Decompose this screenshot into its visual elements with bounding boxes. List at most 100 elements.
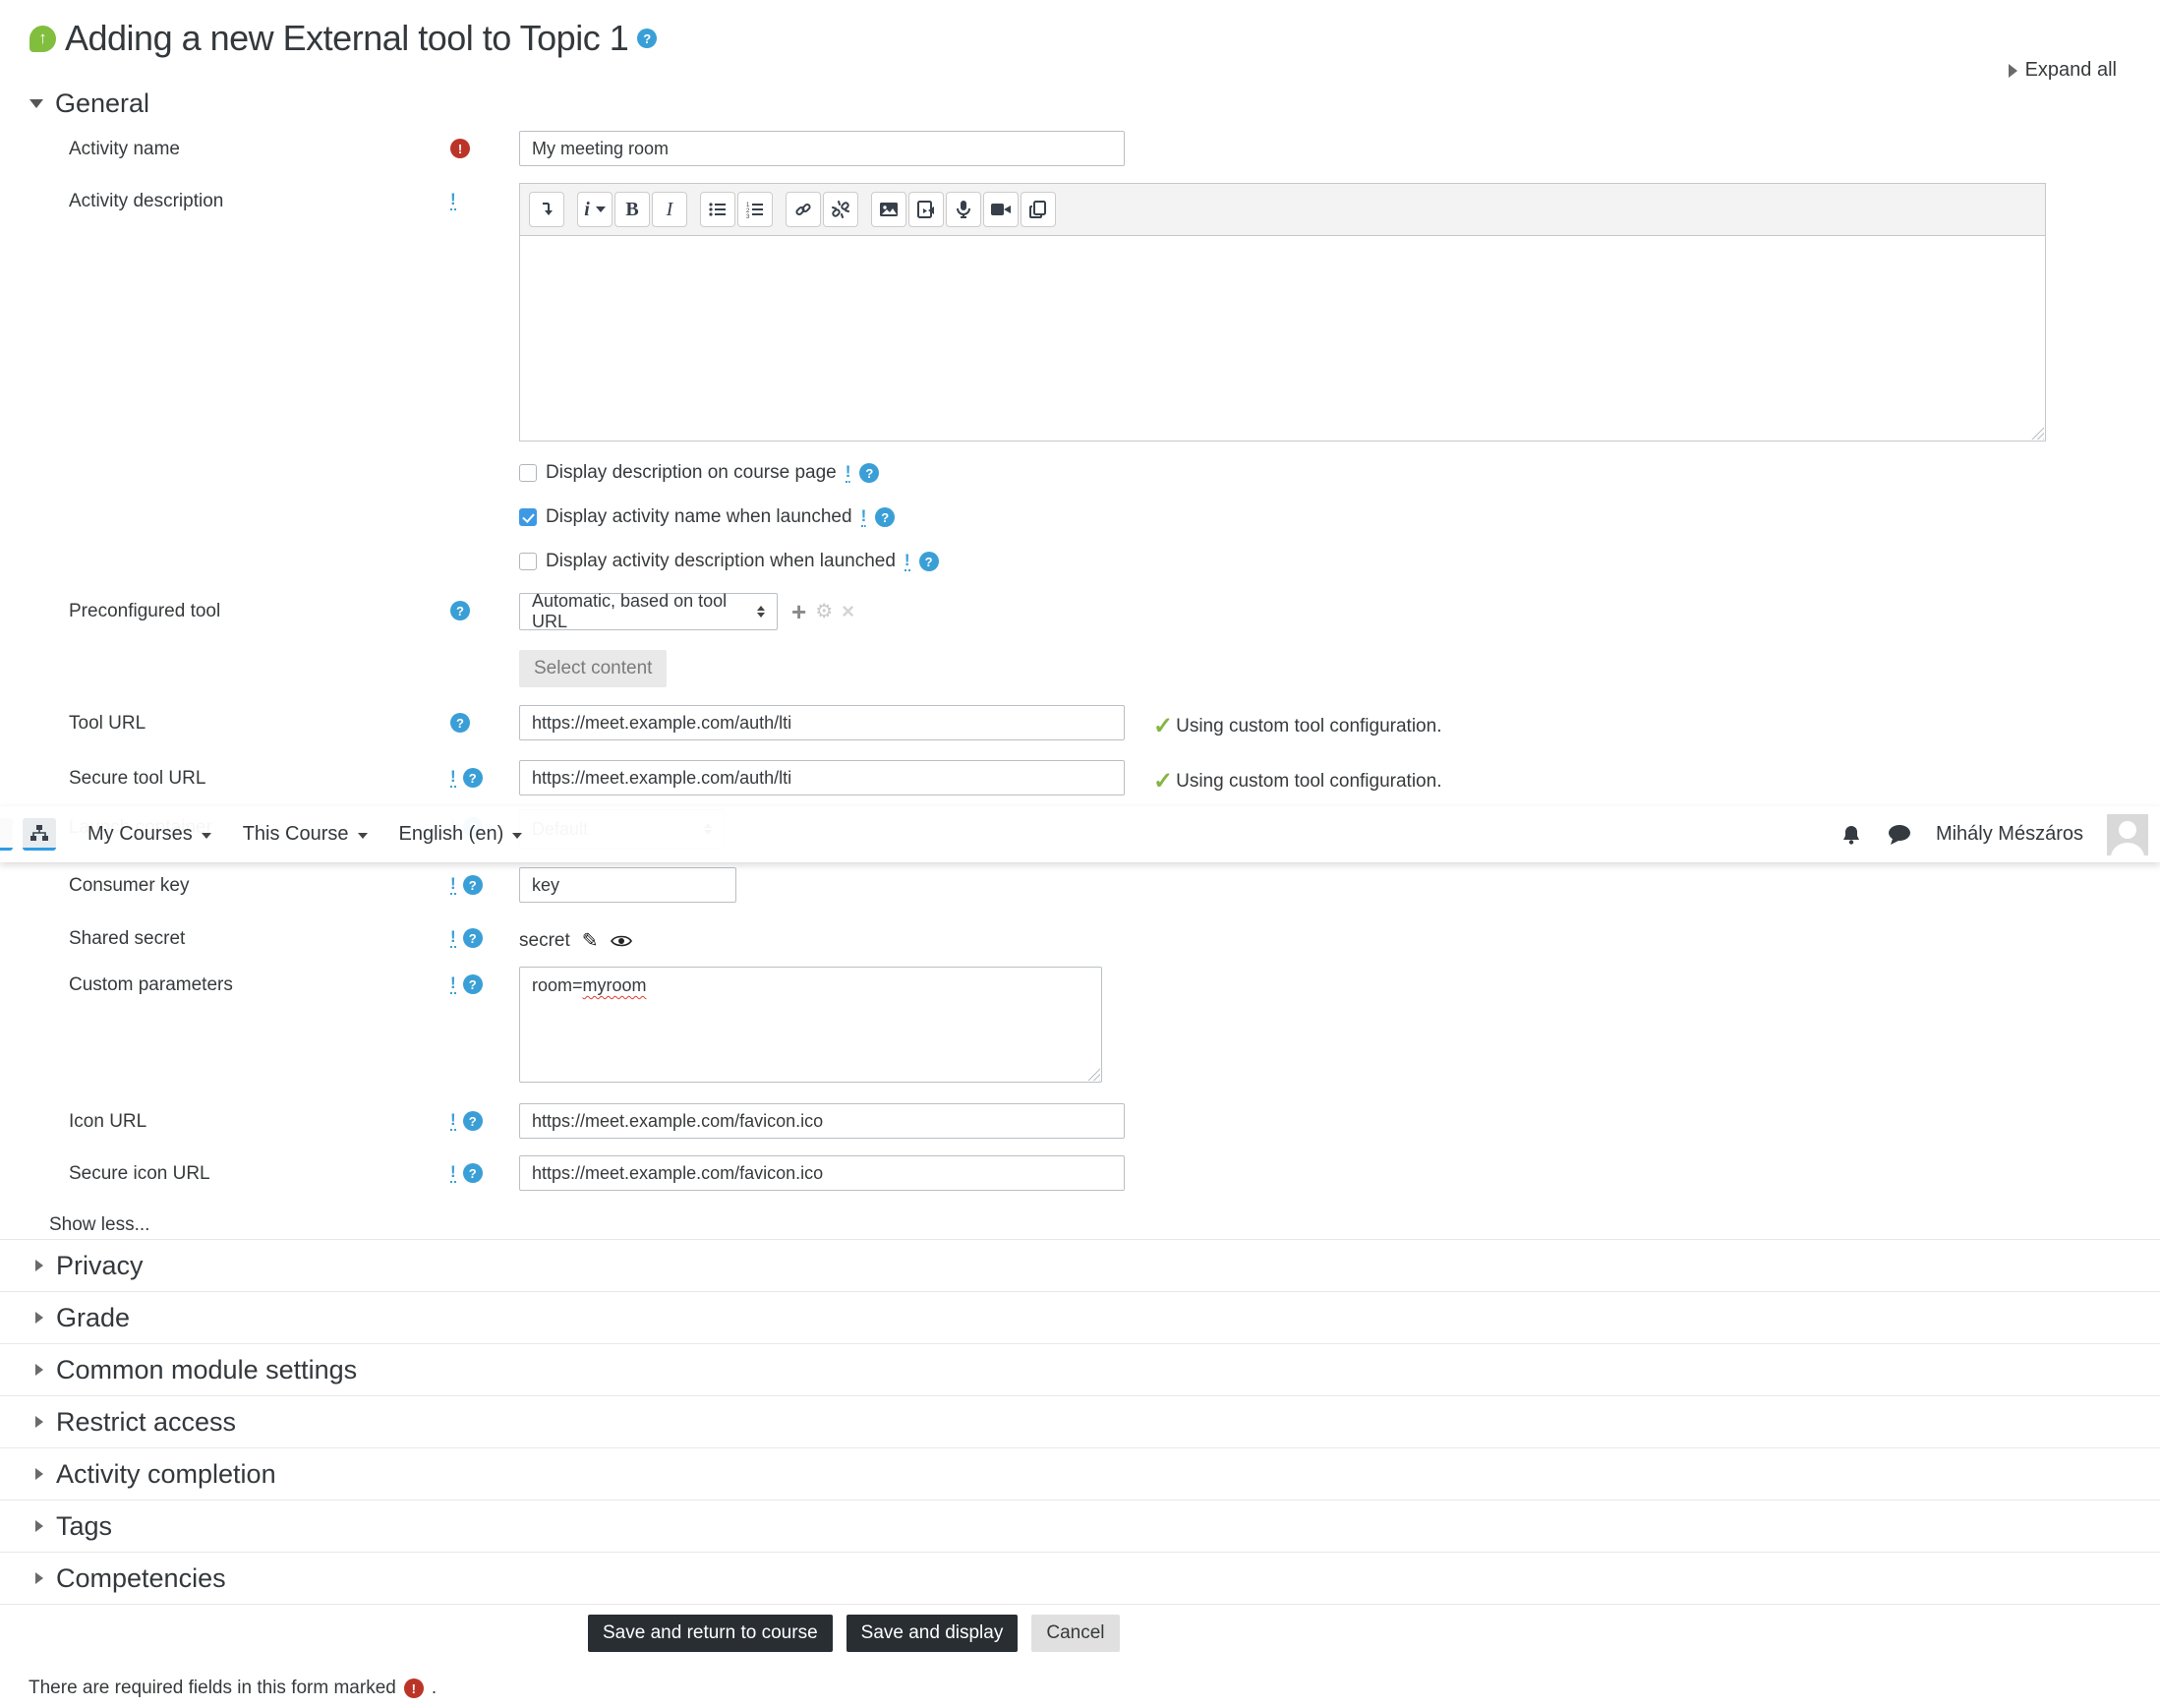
chevron-right-icon (35, 1572, 43, 1584)
help-icon[interactable]: ? (450, 601, 470, 620)
icon-url-label: Icon URL (69, 1111, 147, 1132)
consumer-key-input[interactable] (519, 867, 736, 903)
row-preconfigured-tool: Preconfigured tool ? Automatic, based on… (0, 591, 2114, 687)
custom-parameters-label: Custom parameters (69, 974, 233, 995)
record-audio-icon[interactable] (946, 192, 981, 227)
select-content-button[interactable]: Select content (519, 650, 668, 687)
help-icon[interactable]: ? (462, 974, 483, 994)
advanced-icon: ! (450, 874, 456, 895)
section-common-module-settings[interactable]: Common module settings (0, 1344, 2160, 1396)
tool-url-input[interactable] (519, 705, 1125, 740)
activity-name-input[interactable] (519, 131, 1125, 166)
secure-icon-url-label: Secure icon URL (69, 1163, 210, 1184)
row-activity-name: Activity name ! (0, 131, 2114, 166)
display-activity-name-label: Display activity name when launched (546, 506, 852, 527)
nav-my-courses[interactable]: My Courses (88, 823, 211, 846)
edit-pencil-icon[interactable]: ✎ (582, 928, 599, 953)
chevron-down-icon (512, 833, 523, 839)
display-activity-name-checkbox[interactable] (519, 508, 537, 526)
row-display-activity-name: Display activity name when launched ! ? (519, 506, 2114, 528)
advanced-icon: ! (845, 462, 851, 483)
help-icon[interactable]: ? (859, 463, 880, 483)
unordered-list-icon[interactable] (700, 192, 735, 227)
nav-language[interactable]: English (en) (399, 823, 523, 846)
help-icon[interactable]: ? (462, 1111, 483, 1131)
shared-secret-label: Shared secret (69, 928, 186, 949)
preconfigured-tool-select[interactable]: Automatic, based on tool URL (519, 591, 778, 631)
secure-tool-url-input[interactable] (519, 760, 1125, 795)
expand-all-link[interactable]: Expand all (2008, 59, 2117, 82)
manage-files-icon[interactable] (1021, 192, 1056, 227)
row-display-activity-description: Display activity description when launch… (519, 551, 2114, 572)
add-tool-icon[interactable]: + (791, 599, 806, 624)
nav-this-course[interactable]: This Course (243, 823, 368, 846)
row-icon-url: Icon URL ! ? (0, 1103, 2114, 1139)
insert-image-icon[interactable] (871, 192, 906, 227)
secure-tool-url-status: ✓ Using custom tool configuration. (1153, 767, 1442, 795)
delete-tool-icon[interactable]: × (842, 601, 854, 622)
advanced-icon: ! (860, 506, 867, 527)
secure-icon-url-input[interactable] (519, 1155, 1125, 1191)
preconfigured-tool-value: Automatic, based on tool URL (532, 591, 728, 631)
reveal-eye-icon[interactable] (610, 934, 632, 948)
messages-icon[interactable] (1887, 823, 1912, 847)
section-restrict-access[interactable]: Restrict access (0, 1396, 2160, 1448)
help-icon[interactable]: ? (918, 552, 939, 571)
section-grade[interactable]: Grade (0, 1292, 2160, 1344)
avatar[interactable] (2107, 813, 2148, 855)
help-icon[interactable]: ? (462, 1163, 483, 1183)
help-icon[interactable]: ? (462, 875, 483, 895)
row-secure-icon-url: Secure icon URL ! ? (0, 1155, 2114, 1191)
help-icon[interactable]: ? (462, 928, 483, 948)
italic-button[interactable]: I (652, 192, 687, 227)
nav-partial-button[interactable] (0, 818, 13, 851)
display-activity-description-checkbox[interactable] (519, 553, 537, 570)
editor-toolbar: i B I 123 (519, 183, 2046, 235)
sitemap-icon[interactable] (23, 818, 56, 851)
rich-text-editor: i B I 123 (519, 183, 2046, 442)
save-return-button[interactable]: Save and return to course (588, 1615, 833, 1652)
page-title: Adding a new External tool to Topic 1 (65, 18, 629, 58)
record-video-icon[interactable] (983, 192, 1019, 227)
bold-button[interactable]: B (614, 192, 650, 227)
insert-media-icon[interactable] (908, 192, 944, 227)
help-icon[interactable]: ? (462, 768, 483, 788)
cancel-button[interactable]: Cancel (1031, 1615, 1120, 1652)
section-general[interactable]: General (29, 88, 2160, 119)
help-icon[interactable]: ? (875, 507, 896, 527)
chevron-right-icon (2008, 63, 2017, 78)
resize-grip[interactable] (1083, 1064, 1100, 1081)
link-icon[interactable] (786, 192, 821, 227)
toolbar-toggle-icon[interactable] (529, 192, 564, 227)
ordered-list-icon[interactable]: 123 (737, 192, 773, 227)
consumer-key-label: Consumer key (69, 875, 190, 896)
show-less-link[interactable]: Show less... (49, 1214, 149, 1236)
unlink-icon[interactable] (823, 192, 858, 227)
tool-url-status: ✓ Using custom tool configuration. (1153, 712, 1442, 739)
resize-grip[interactable] (2027, 423, 2044, 440)
chevron-down-icon (595, 206, 606, 212)
custom-parameters-textarea[interactable]: room=myroom (519, 967, 1102, 1083)
section-tags[interactable]: Tags (0, 1501, 2160, 1553)
title-help-icon[interactable]: ? (637, 29, 658, 48)
save-display-button[interactable]: Save and display (846, 1615, 1019, 1652)
help-icon[interactable]: ? (450, 713, 470, 733)
edit-tool-gear-icon[interactable]: ⚙ (815, 602, 833, 621)
section-privacy[interactable]: Privacy (0, 1240, 2160, 1292)
tool-url-label: Tool URL (69, 713, 146, 734)
check-icon: ✓ (1153, 767, 1174, 795)
section-competencies[interactable]: Competencies (0, 1553, 2160, 1605)
paragraph-style-button[interactable]: i (577, 192, 613, 227)
chevron-right-icon (35, 1520, 43, 1532)
editor-content-area[interactable] (519, 235, 2046, 442)
advanced-icon: ! (450, 927, 456, 948)
user-name[interactable]: Mihály Mészáros (1936, 823, 2083, 846)
icon-url-input[interactable] (519, 1103, 1125, 1139)
chevron-right-icon (35, 1260, 43, 1271)
row-consumer-key: Consumer key ! ? (0, 867, 2114, 903)
page-header: ↑ Adding a new External tool to Topic 1 … (0, 0, 2160, 81)
section-activity-completion[interactable]: Activity completion (0, 1448, 2160, 1501)
display-description-checkbox[interactable] (519, 464, 537, 482)
notifications-bell-icon[interactable] (1839, 823, 1863, 847)
required-fields-note: There are required fields in this form m… (29, 1678, 438, 1698)
